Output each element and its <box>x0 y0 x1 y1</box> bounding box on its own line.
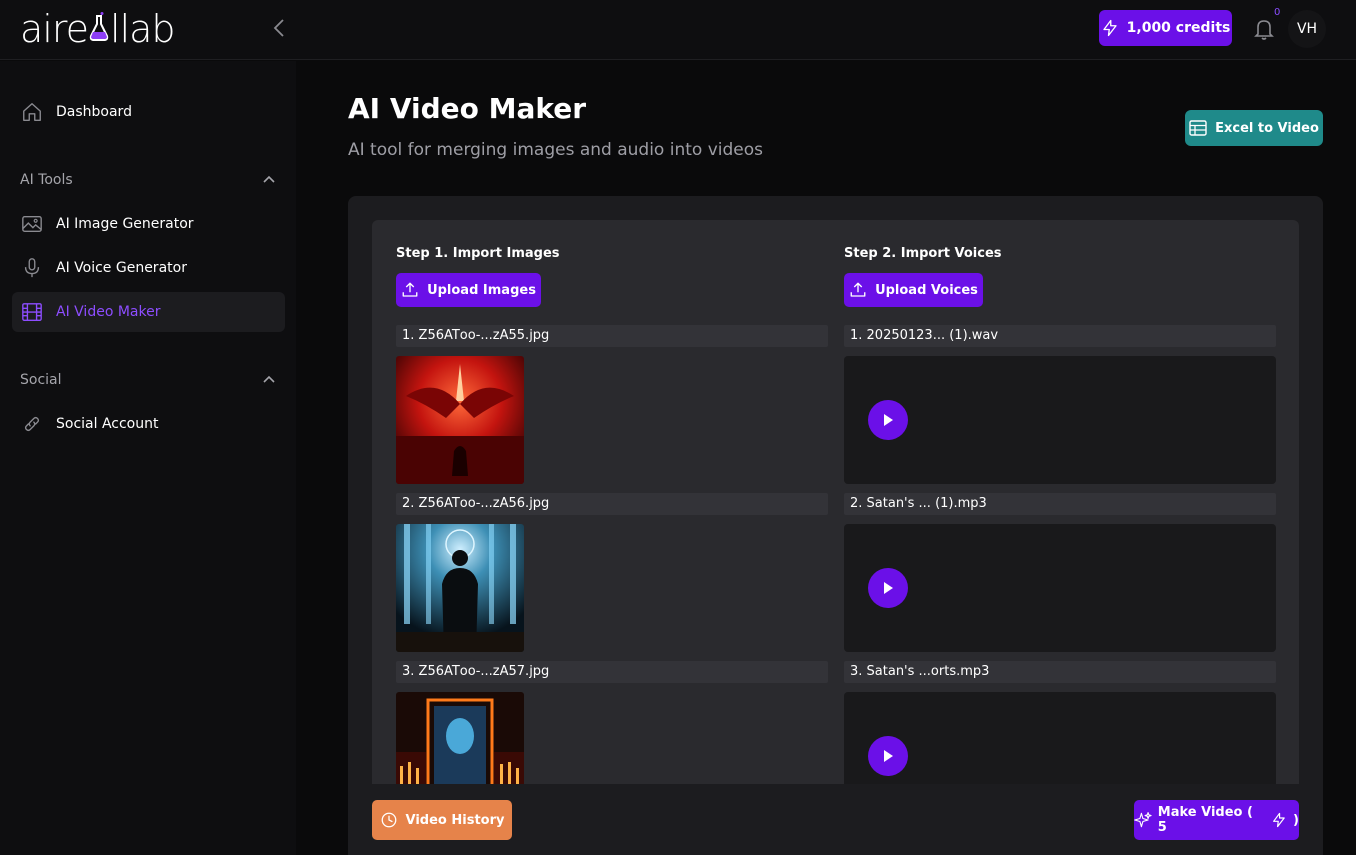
sidebar-item-ai-image-generator[interactable]: AI Image Generator <box>12 204 285 244</box>
sidebar-item-label: AI Video Maker <box>56 304 161 320</box>
make-video-close-paren: ) <box>1293 812 1299 828</box>
image-file-name: 3. Z56ATоо-...zA57.jpg <box>396 661 828 683</box>
upload-voices-label: Upload Voices <box>875 282 978 298</box>
audio-player <box>844 524 1276 652</box>
section-label: Social <box>20 372 62 388</box>
image-thumbnail[interactable] <box>396 356 524 484</box>
app-logo[interactable]: aire llab <box>20 7 176 51</box>
make-video-label: Make Video ( 5 <box>1157 805 1253 835</box>
upload-icon <box>850 282 866 297</box>
upload-icon <box>402 282 418 297</box>
logo-text-start: aire <box>20 7 89 51</box>
sparkle-icon <box>1134 812 1152 828</box>
sidebar-item-label: AI Voice Generator <box>56 260 187 276</box>
link-icon <box>21 413 43 435</box>
microphone-icon <box>21 257 43 279</box>
clock-icon <box>381 812 396 828</box>
play-icon <box>884 582 893 594</box>
step-1-label: Step 1. Import Images <box>396 246 560 261</box>
upload-images-label: Upload Images <box>427 282 536 298</box>
video-history-label: Video History <box>405 812 505 828</box>
collapse-sidebar-icon[interactable] <box>268 16 292 40</box>
sidebar-item-social-account[interactable]: Social Account <box>12 404 285 444</box>
sidebar-item-dashboard[interactable]: Dashboard <box>12 92 285 132</box>
image-thumbnail[interactable] <box>396 692 524 784</box>
sidebar-item-label: Social Account <box>56 416 159 432</box>
video-history-button[interactable]: Video History <box>372 800 512 840</box>
notification-count: 0 <box>1274 7 1281 18</box>
play-button[interactable] <box>868 400 908 440</box>
table-icon <box>1189 120 1207 136</box>
voice-file-name: 3. Satan's ...orts.mp3 <box>844 661 1276 683</box>
play-icon <box>884 750 893 762</box>
upload-images-button[interactable]: Upload Images <box>396 273 541 307</box>
sidebar-item-ai-voice-generator[interactable]: AI Voice Generator <box>12 248 285 288</box>
social-section-header[interactable]: Social <box>20 370 276 390</box>
page-title: AI Video Maker <box>348 92 587 125</box>
chevron-up-icon[interactable] <box>262 373 276 387</box>
page-subtitle: AI tool for merging images and audio int… <box>348 140 763 160</box>
lightning-icon <box>1273 812 1286 828</box>
make-video-button[interactable]: Make Video ( 5 ) <box>1134 800 1299 840</box>
chevron-up-icon[interactable] <box>262 173 276 187</box>
flask-icon <box>89 12 109 41</box>
film-icon <box>21 301 43 323</box>
image-file-name: 2. Z56ATоо-...zA56.jpg <box>396 493 828 515</box>
import-panel[interactable]: Step 1. Import Images Upload Images Step… <box>372 220 1299 784</box>
home-icon <box>21 101 43 123</box>
image-thumbnail[interactable] <box>396 524 524 652</box>
upload-voices-button[interactable]: Upload Voices <box>844 273 983 307</box>
bell-icon[interactable] <box>1252 16 1276 42</box>
excel-button-label: Excel to Video <box>1215 120 1319 136</box>
ai-tools-section-header[interactable]: AI Tools <box>20 170 276 190</box>
sidebar-item-label: AI Image Generator <box>56 216 194 232</box>
credits-button[interactable]: 1,000 credits <box>1099 10 1232 46</box>
section-label: AI Tools <box>20 172 73 188</box>
image-icon <box>21 213 43 235</box>
logo-text-end: llab <box>110 7 176 51</box>
top-bar: aire llab 1,000 credits 0 VH <box>0 0 1356 60</box>
image-file-name: 1. Z56ATоо-...zA55.jpg <box>396 325 828 347</box>
lightning-icon <box>1102 19 1117 37</box>
avatar[interactable]: VH <box>1288 10 1326 48</box>
sidebar-item-ai-video-maker[interactable]: AI Video Maker <box>12 292 285 332</box>
audio-player <box>844 692 1276 784</box>
voice-file-name: 1. 20250123... (1).wav <box>844 325 1276 347</box>
play-icon <box>884 414 893 426</box>
sidebar-item-label: Dashboard <box>56 104 132 120</box>
credits-label: 1,000 credits <box>1126 20 1231 36</box>
sidebar: Dashboard AI Tools AI Image Generator AI… <box>0 61 296 855</box>
voice-file-name: 2. Satan's ... (1).mp3 <box>844 493 1276 515</box>
play-button[interactable] <box>868 736 908 776</box>
audio-player <box>844 356 1276 484</box>
play-button[interactable] <box>868 568 908 608</box>
step-2-label: Step 2. Import Voices <box>844 246 1002 261</box>
excel-to-video-button[interactable]: Excel to Video <box>1185 110 1323 146</box>
